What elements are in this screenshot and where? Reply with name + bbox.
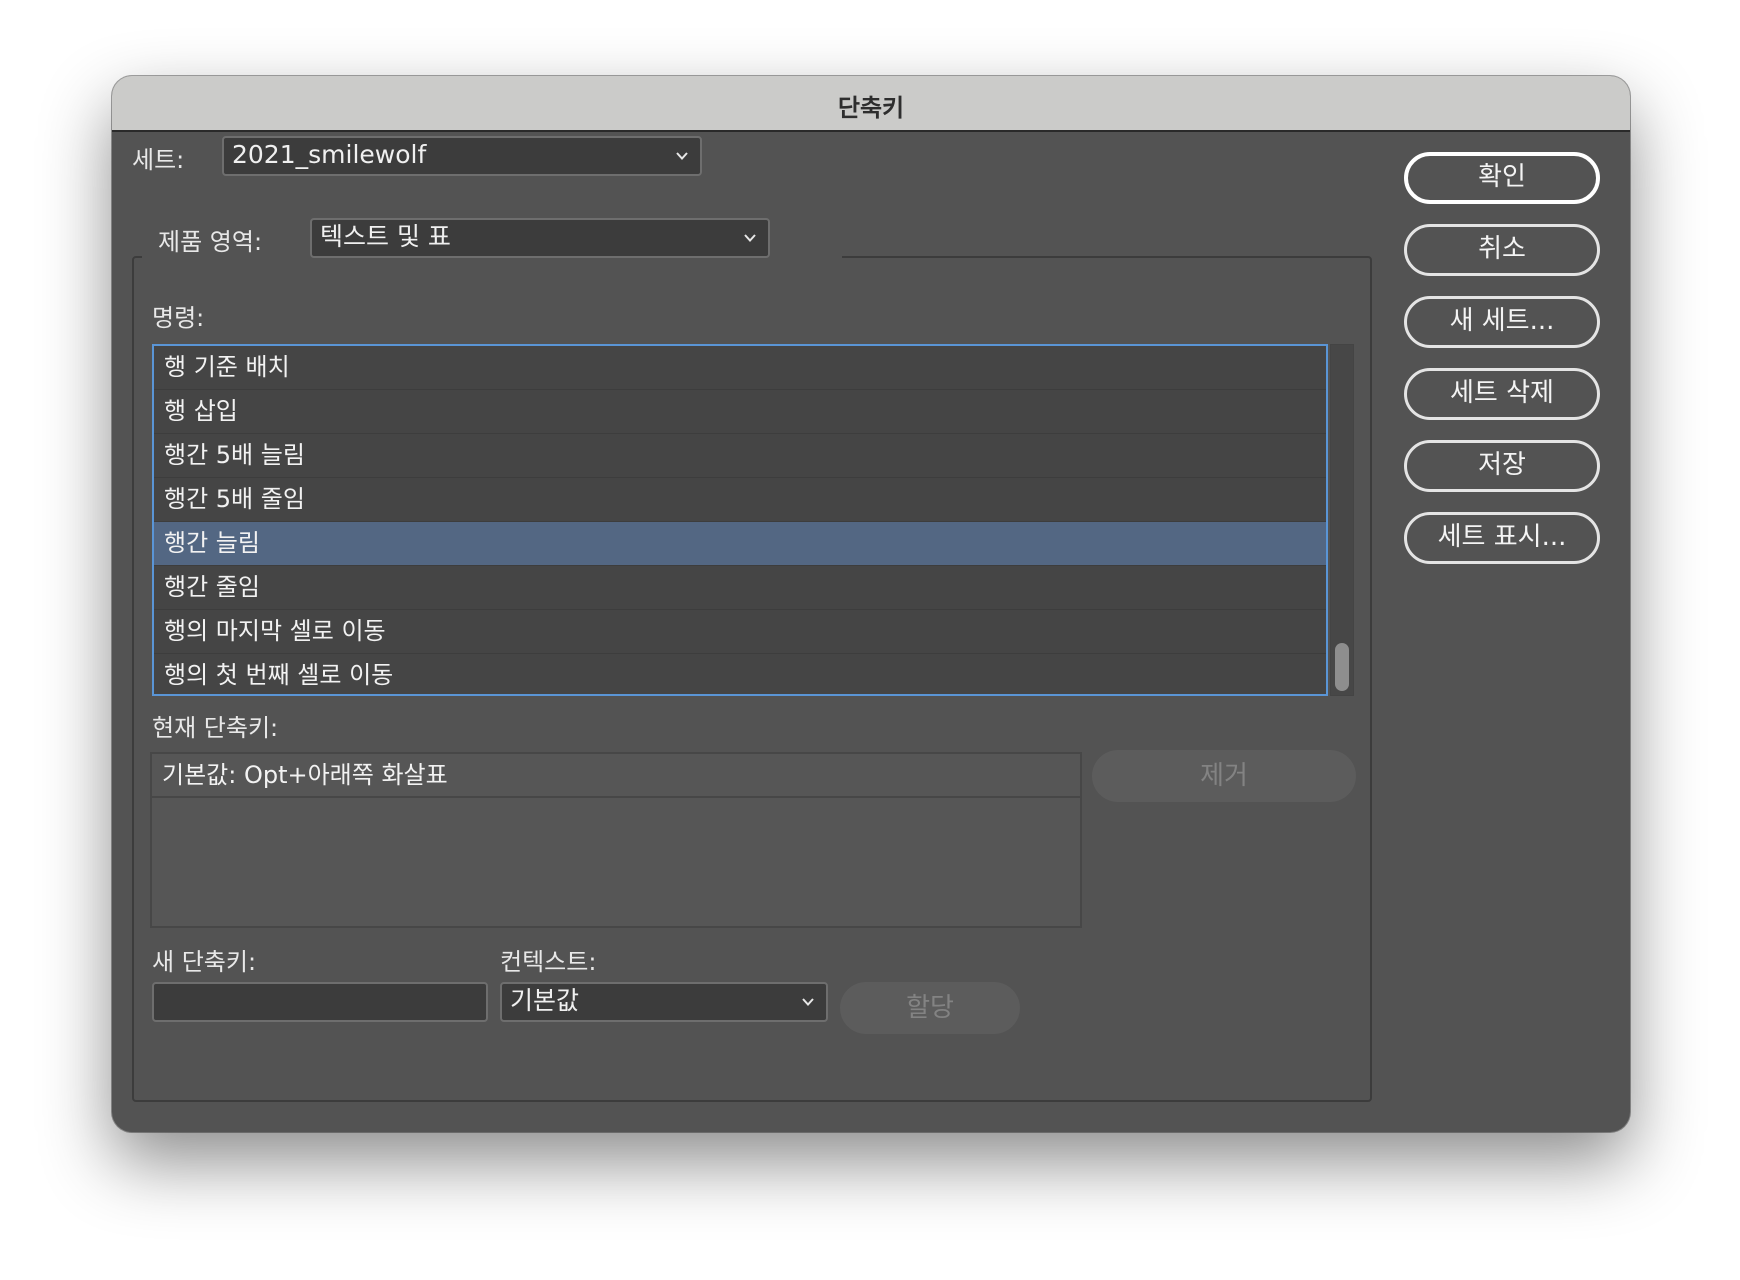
command-row-selected[interactable]: 행간 늘림 <box>154 522 1326 566</box>
title-bar[interactable]: 단축키 <box>112 76 1630 132</box>
ok-button[interactable]: 확인 <box>1404 152 1600 204</box>
chevron-down-icon <box>802 998 814 1006</box>
context-label: 컨텍스트: <box>500 948 597 976</box>
current-shortcut-label: 현재 단축키: <box>152 714 279 742</box>
command-row[interactable]: 행간 5배 줄임 <box>154 478 1326 522</box>
remove-button[interactable]: 제거 <box>1092 750 1356 802</box>
product-area-select[interactable]: 텍스트 및 표 <box>310 218 770 258</box>
assign-button[interactable]: 할당 <box>840 982 1020 1034</box>
chevron-down-icon <box>676 152 688 160</box>
command-row[interactable]: 행간 5배 늘림 <box>154 434 1326 478</box>
new-shortcut-input[interactable] <box>152 982 488 1022</box>
scrollbar-thumb[interactable] <box>1335 643 1349 691</box>
commands-label: 명령: <box>152 304 205 332</box>
context-select[interactable]: 기본값 <box>500 982 828 1022</box>
product-area-select-value: 텍스트 및 표 <box>320 222 451 251</box>
save-button[interactable]: 저장 <box>1404 440 1600 492</box>
product-area-label: 제품 영역: <box>158 228 263 256</box>
shortcuts-dialog: 단축키 세트: 2021_smilewolf 제품 영역: 텍스트 및 표 명령… <box>112 76 1630 1132</box>
new-shortcut-label: 새 단축키: <box>152 948 257 976</box>
set-select[interactable]: 2021_smilewolf <box>222 136 702 176</box>
context-select-value: 기본값 <box>510 986 580 1015</box>
cancel-button[interactable]: 취소 <box>1404 224 1600 276</box>
new-set-button[interactable]: 새 세트... <box>1404 296 1600 348</box>
command-row[interactable]: 행간 줄임 <box>154 566 1326 610</box>
commands-list[interactable]: 행 기준 배치 행 삽입 행간 5배 늘림 행간 5배 줄임 행간 늘림 행간 … <box>152 344 1328 696</box>
dialog-title: 단축키 <box>837 94 905 122</box>
delete-set-button[interactable]: 세트 삭제 <box>1404 368 1600 420</box>
chevron-down-icon <box>744 234 756 242</box>
show-set-button[interactable]: 세트 표시... <box>1404 512 1600 564</box>
shortcut-row[interactable]: 기본값: Opt+아래쪽 화살표 <box>152 754 1080 798</box>
command-row[interactable]: 행 삽입 <box>154 390 1326 434</box>
set-label: 세트: <box>132 146 185 174</box>
set-select-value: 2021_smilewolf <box>232 140 427 169</box>
commands-scrollbar[interactable] <box>1330 344 1354 696</box>
command-row[interactable]: 행의 마지막 셀로 이동 <box>154 610 1326 654</box>
command-row[interactable]: 행의 첫 번째 셀로 이동 <box>154 654 1326 694</box>
current-shortcut-list[interactable]: 기본값: Opt+아래쪽 화살표 <box>150 752 1082 928</box>
command-row[interactable]: 행 기준 배치 <box>154 346 1326 390</box>
